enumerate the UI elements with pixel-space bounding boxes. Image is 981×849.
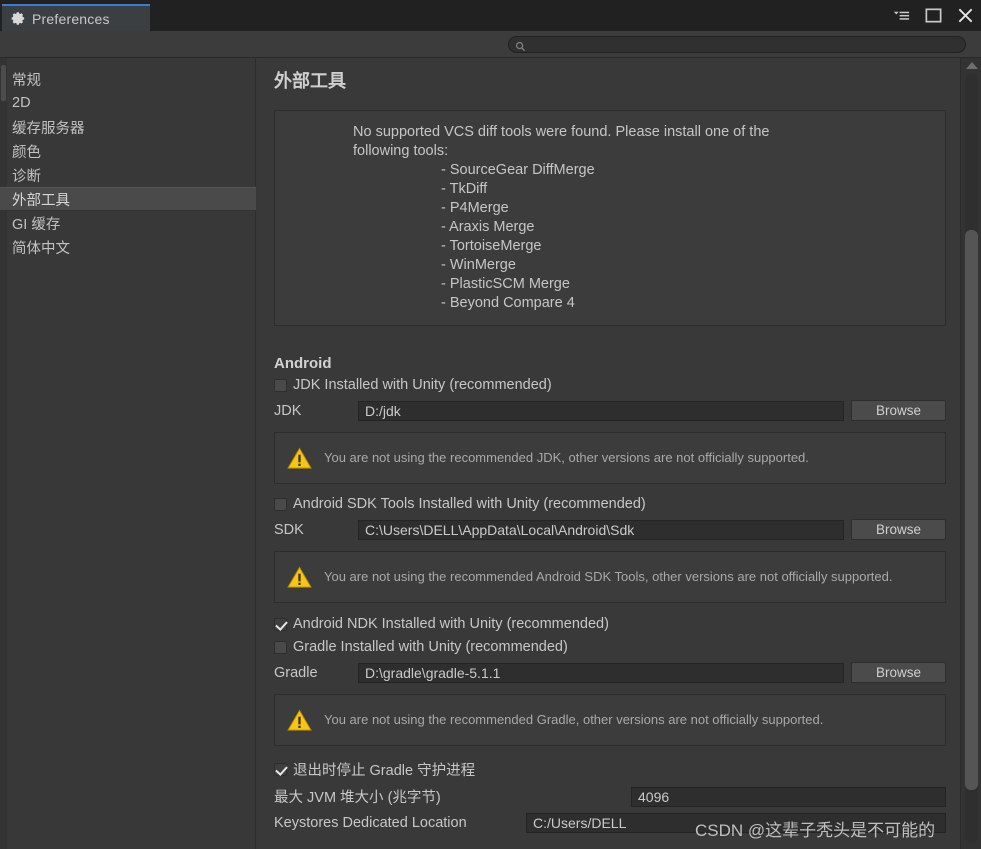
gradle-unity-checkbox-label: Gradle Installed with Unity (recommended… (293, 639, 568, 655)
jdk-unity-checkbox-label: JDK Installed with Unity (recommended) (293, 377, 552, 393)
ndk-unity-checkbox[interactable] (274, 617, 287, 631)
vcs-diff-tools-notice: No supported VCS diff tools were found. … (274, 110, 946, 326)
gradle-warning-box: You are not using the recommended Gradle… (274, 694, 946, 746)
scrollbar-thumb[interactable] (965, 230, 978, 790)
search-field[interactable] (508, 36, 966, 53)
jdk-unity-checkbox-row[interactable]: JDK Installed with Unity (recommended) (274, 377, 960, 393)
keystores-location-input[interactable]: C:/Users/DELL (526, 813, 946, 833)
gear-icon (11, 11, 26, 26)
vcs-tool-item: - TortoiseMerge (441, 238, 542, 254)
vcs-tool-item: - Beyond Compare 4 (441, 295, 575, 311)
vcs-tool-item: - TkDiff (441, 181, 488, 197)
sidebar-item-language[interactable]: 简体中文 (0, 235, 256, 259)
title-bar: Preferences (0, 0, 981, 31)
stop-gradle-daemon-label: 退出时停止 Gradle 守护进程 (293, 763, 476, 779)
gradle-browse-button[interactable]: Browse (851, 662, 946, 683)
sidebar-item-cache-server[interactable]: 缓存服务器 (0, 115, 256, 139)
gradle-path-row: Gradle D:\gradle\gradle-5.1.1 Browse (274, 662, 946, 683)
keystores-location-row: Keystores Dedicated Location C:/Users/DE… (274, 813, 946, 833)
warning-triangle-icon (287, 565, 312, 590)
vcs-notice-line2: following tools: (353, 143, 449, 159)
gradle-field-label: Gradle (274, 664, 318, 681)
panel-content: No supported VCS diff tools were found. … (257, 110, 960, 833)
vcs-tool-item: - WinMerge (441, 257, 516, 273)
sdk-browse-button[interactable]: Browse (851, 519, 946, 540)
jvm-heap-row: 最大 JVM 堆大小 (兆字节) 4096 (274, 786, 946, 807)
sdk-unity-checkbox[interactable] (274, 497, 287, 511)
tab-preferences[interactable]: Preferences (2, 4, 150, 31)
sdk-field-label: SDK (274, 521, 304, 538)
sidebar-item-label: GI 缓存 (12, 216, 61, 233)
vcs-tool-item: - PlasticSCM Merge (441, 276, 570, 292)
window-menu-icon[interactable] (892, 6, 911, 25)
external-tools-panel: 外部工具 No supported VCS diff tools were fo… (257, 58, 960, 849)
sidebar-item-general[interactable]: 常规 (0, 67, 256, 91)
gradle-unity-checkbox-row[interactable]: Gradle Installed with Unity (recommended… (274, 639, 960, 655)
jdk-warning-box: You are not using the recommended JDK, o… (274, 432, 946, 484)
sdk-unity-checkbox-label: Android SDK Tools Installed with Unity (… (293, 496, 646, 512)
sidebar-item-diagnostics[interactable]: 诊断 (0, 163, 256, 187)
sidebar-item-2d[interactable]: 2D (0, 91, 256, 115)
sidebar-item-label: 缓存服务器 (12, 120, 85, 137)
sidebar-item-label: 简体中文 (12, 240, 70, 257)
warning-triangle-icon (287, 708, 312, 733)
jdk-field-label: JDK (274, 402, 302, 419)
scroll-up-arrow-icon[interactable] (966, 62, 978, 69)
sdk-path-row: SDK C:\Users\DELL\AppData\Local\Android\… (274, 519, 946, 540)
vcs-tool-item: - P4Merge (441, 200, 509, 216)
sidebar-item-colors[interactable]: 颜色 (0, 139, 256, 163)
close-icon[interactable] (956, 6, 975, 25)
sidebar-item-label: 颜色 (12, 144, 41, 161)
panel-vertical-scrollbar[interactable] (960, 58, 981, 849)
sdk-warning-text: You are not using the recommended Androi… (324, 569, 893, 584)
gradle-unity-checkbox[interactable] (274, 640, 287, 654)
jvm-heap-input[interactable]: 4096 (631, 786, 946, 807)
sidebar-list: 常规 2D 缓存服务器 颜色 诊断 外部工具 GI 缓存 简体中文 (0, 67, 256, 259)
jdk-path-row: JDK D:/jdk Browse (274, 400, 946, 421)
sidebar-item-label: 外部工具 (12, 192, 70, 209)
sdk-warning-box: You are not using the recommended Androi… (274, 551, 946, 603)
sidebar-item-label: 2D (12, 95, 31, 111)
search-bar-row (0, 31, 981, 58)
ndk-unity-checkbox-label: Android NDK Installed with Unity (recomm… (293, 616, 609, 632)
sidebar-item-gi-cache[interactable]: GI 缓存 (0, 211, 256, 235)
stop-gradle-daemon-row[interactable]: 退出时停止 Gradle 守护进程 (274, 759, 960, 780)
vcs-tool-item: - Araxis Merge (441, 219, 535, 235)
vcs-tool-item: - SourceGear DiffMerge (441, 162, 595, 178)
search-input[interactable] (526, 38, 965, 51)
jdk-warning-text: You are not using the recommended JDK, o… (324, 450, 809, 465)
page-title: 外部工具 (274, 71, 346, 91)
warning-triangle-icon (287, 446, 312, 471)
stop-gradle-daemon-checkbox[interactable] (274, 763, 287, 776)
jvm-heap-label: 最大 JVM 堆大小 (兆字节) (274, 790, 441, 806)
tab-title: Preferences (32, 10, 110, 27)
jdk-path-input[interactable]: D:/jdk (358, 400, 844, 421)
section-header-android: Android (274, 355, 332, 372)
maximize-icon[interactable] (924, 6, 943, 25)
jdk-browse-button[interactable]: Browse (851, 400, 946, 421)
settings-sidebar: 常规 2D 缓存服务器 颜色 诊断 外部工具 GI 缓存 简体中文 (0, 58, 256, 849)
sdk-path-input[interactable]: C:\Users\DELL\AppData\Local\Android\Sdk (358, 519, 844, 540)
sdk-unity-checkbox-row[interactable]: Android SDK Tools Installed with Unity (… (274, 496, 960, 512)
keystores-location-label: Keystores Dedicated Location (274, 815, 467, 831)
gradle-path-input[interactable]: D:\gradle\gradle-5.1.1 (358, 662, 844, 683)
gradle-warning-text: You are not using the recommended Gradle… (324, 712, 824, 727)
preferences-window: Preferences 常规 2D 缓存服务器 颜色 诊断 外部工具 GI 缓存… (0, 0, 981, 849)
jdk-unity-checkbox[interactable] (274, 378, 287, 392)
search-icon (515, 39, 526, 52)
sidebar-item-label: 常规 (12, 72, 41, 89)
sidebar-item-label: 诊断 (12, 168, 41, 185)
ndk-unity-checkbox-row[interactable]: Android NDK Installed with Unity (recomm… (274, 616, 960, 632)
window-controls (892, 0, 975, 31)
vcs-notice-line1: No supported VCS diff tools were found. … (353, 124, 770, 140)
sidebar-item-external-tools[interactable]: 外部工具 (0, 187, 256, 211)
